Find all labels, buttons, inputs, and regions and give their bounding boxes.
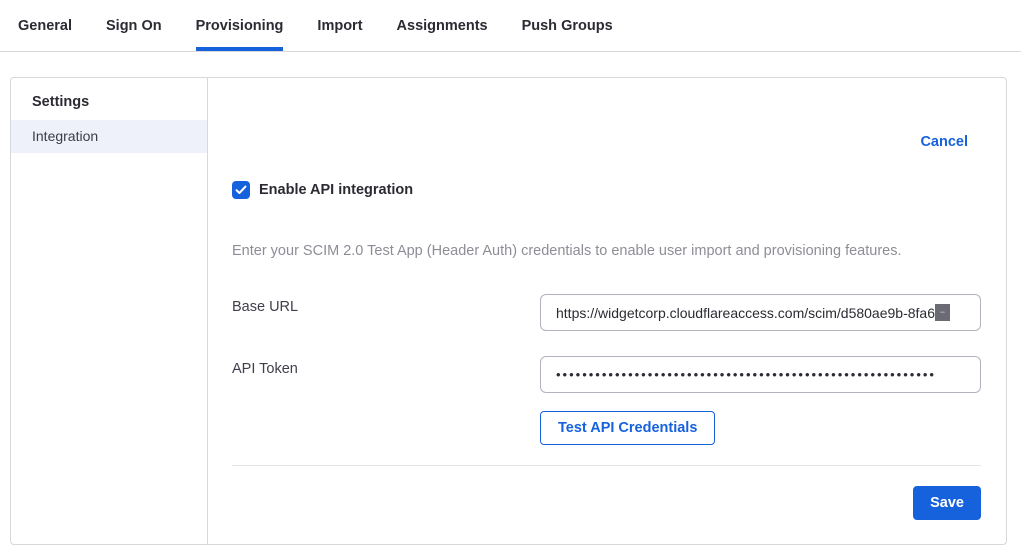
credentials-description: Enter your SCIM 2.0 Test App (Header Aut… [232,243,976,259]
api-token-label: API Token [232,361,298,377]
settings-sidebar: Settings Integration [11,78,208,544]
app-tab-bar: General Sign On Provisioning Import Assi… [0,0,1021,52]
base-url-input[interactable]: https://widgetcorp.cloudflareaccess.com/… [540,294,981,331]
enable-api-integration-label: Enable API integration [259,182,413,198]
tab-general[interactable]: General [18,0,72,51]
checkmark-icon [235,185,247,195]
enable-api-integration-checkbox[interactable] [232,181,250,199]
cancel-button[interactable]: Cancel [920,134,968,150]
integration-settings-main: Cancel Enable API integration Enter your… [208,78,1006,544]
tab-provisioning[interactable]: Provisioning [196,0,284,51]
api-token-input[interactable]: ••••••••••••••••••••••••••••••••••••••••… [540,356,981,393]
base-url-label: Base URL [232,299,298,315]
footer-divider [232,465,981,466]
tab-assignments[interactable]: Assignments [397,0,488,51]
sidebar-item-label: Integration [32,128,98,144]
tab-import[interactable]: Import [317,0,362,51]
api-token-value: ••••••••••••••••••••••••••••••••••••••••… [556,367,936,382]
base-url-value: https://widgetcorp.cloudflareaccess.com/… [556,305,935,321]
provisioning-panel: Settings Integration Cancel Enable API i… [10,77,1007,545]
sidebar-item-integration[interactable]: Integration [11,120,207,153]
tab-push-groups[interactable]: Push Groups [522,0,613,51]
tab-sign-on[interactable]: Sign On [106,0,162,51]
sidebar-header: Settings [11,78,207,120]
text-selection-marker-icon: − [935,304,950,321]
test-api-credentials-button[interactable]: Test API Credentials [540,411,715,445]
save-button[interactable]: Save [913,486,981,520]
enable-api-integration-row: Enable API integration [232,181,413,199]
